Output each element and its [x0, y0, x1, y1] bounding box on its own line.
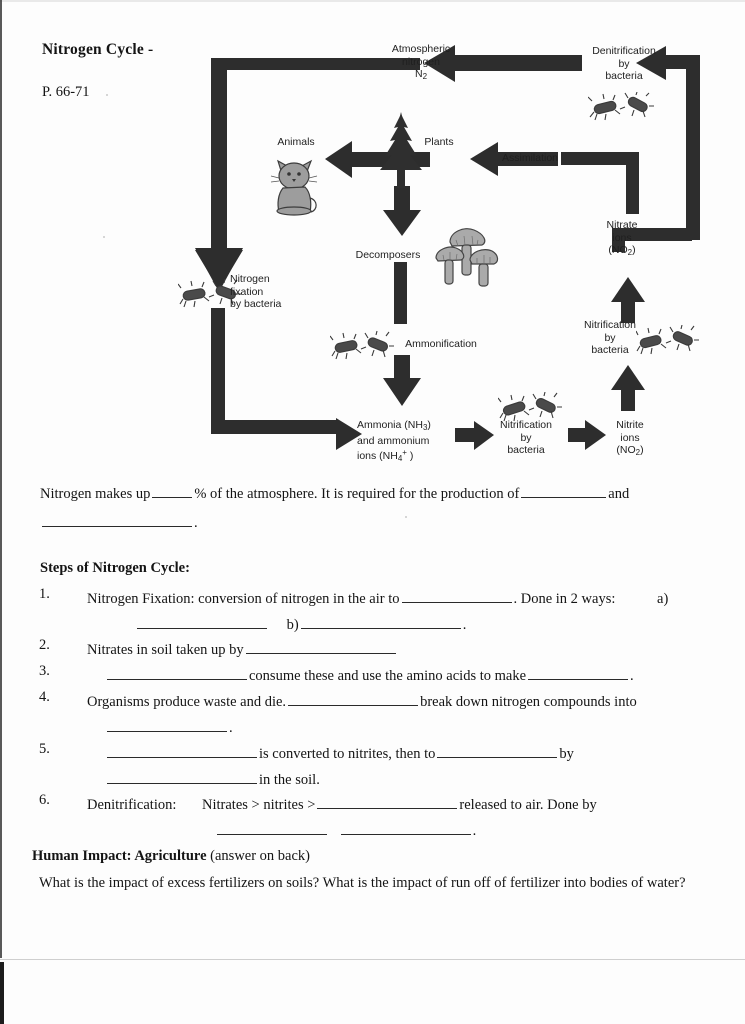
- blank-step6-agent-1[interactable]: [217, 821, 327, 835]
- blank-step2[interactable]: [245, 640, 396, 654]
- label-nitrification-by-bacteria-upper: Nitrification by bacteria: [584, 319, 636, 356]
- label-nitrate-ions: Nitrate ions (NO2): [606, 219, 638, 257]
- label-plants: Plants: [424, 136, 454, 148]
- step4-text-b: break down nitrogen compounds into: [420, 694, 637, 710]
- step-body-1: Nitrogen Fixation: conversion of nitroge…: [87, 586, 702, 638]
- label-denitrification-by-bacteria: Denitrification by bacteria: [592, 45, 656, 82]
- intro-paragraph: Nitrogen makes up % of the atmosphere. It…: [40, 480, 705, 538]
- step1-text-b: . Done in 2 ways:: [513, 591, 616, 607]
- label-assimilation: Assimilation: [501, 152, 559, 164]
- intro-text-a: Nitrogen makes up: [40, 486, 151, 502]
- step-body-3: consume these and use the amino acids to…: [87, 663, 702, 689]
- nitrogen-cycle-diagram: Atmospheric nitrogen N2 Denitrification by b…: [0, 0, 745, 475]
- label-ammonification: Ammonification: [405, 338, 477, 350]
- blank-step1-way-b[interactable]: [300, 615, 461, 629]
- blank-step6-agent-2[interactable]: [340, 821, 471, 835]
- steps-section-heading: Steps of Nitrogen Cycle:: [40, 560, 190, 576]
- blank-production-2[interactable]: [42, 513, 192, 527]
- step5-text-a: is converted to nitrites, then to: [259, 746, 436, 762]
- blank-step4-agent[interactable]: [288, 692, 419, 706]
- step5-text-c: in the soil.: [259, 772, 320, 788]
- bacteria-icon: [330, 330, 394, 360]
- step4-text-c: .: [229, 720, 233, 736]
- conifer-tree-icon: [380, 112, 422, 188]
- blank-step4-product[interactable]: [107, 718, 227, 732]
- step4-text-a: Organisms produce waste and die.: [87, 694, 287, 710]
- step-number-6: 6.: [39, 792, 50, 808]
- blank-step3-consumer[interactable]: [107, 666, 247, 680]
- blank-percent[interactable]: [152, 484, 193, 498]
- intro-text-end: .: [194, 515, 198, 531]
- worksheet-page: Nitrogen Cycle - P. 66-71 Atmospheric ni…: [0, 0, 745, 1024]
- blank-production-1[interactable]: [521, 484, 607, 498]
- step-number-3: 3.: [39, 663, 50, 679]
- human-impact-question: What is the impact of excess fertilizers…: [39, 875, 686, 891]
- blank-step3-product[interactable]: [528, 666, 629, 680]
- blank-step1-product[interactable]: [401, 589, 512, 603]
- step1-text-c: a): [657, 591, 669, 607]
- blank-step5-substance[interactable]: [107, 744, 257, 758]
- mushroom-decomposers-icon: [435, 228, 499, 287]
- scan-bottom-margin: [0, 960, 745, 1024]
- step1-text-a: Nitrogen Fixation: conversion of nitroge…: [87, 591, 400, 607]
- label-atmospheric-nitrogen: Atmospheric nitrogen N2: [391, 43, 451, 81]
- step-body-6: Denitrification: Nitrates > nitrites > re…: [87, 792, 702, 844]
- step-body-4: Organisms produce waste and die. break do…: [87, 689, 702, 741]
- bacteria-icon: [588, 92, 654, 121]
- step6-text-b: Nitrates > nitrites >: [202, 797, 316, 813]
- blank-step5-agent[interactable]: [107, 770, 257, 784]
- step5-text-b: by: [559, 746, 574, 762]
- blank-step5-product[interactable]: [437, 744, 558, 758]
- step2-text-a: Nitrates in soil taken up by: [87, 642, 244, 658]
- label-nitrification-by-bacteria-lower: Nitrification by bacteria: [500, 419, 552, 456]
- label-nitrogen-fixation-by-bacteria: Nitrogen fixation by bacteria: [230, 273, 282, 310]
- scan-left-edge-lower: [0, 962, 4, 1024]
- intro-text-c: and: [608, 486, 630, 502]
- label-nitrite-ions: Nitrite ions (NO2): [616, 419, 644, 457]
- step6-text-c: released to air. Done by: [459, 797, 597, 813]
- step6-text-d: .: [472, 823, 477, 839]
- blank-step1-way-a[interactable]: [137, 615, 267, 629]
- step-number-2: 2.: [39, 637, 50, 653]
- step1-text-e: .: [462, 617, 467, 633]
- label-decomposers: Decomposers: [355, 249, 421, 261]
- human-impact-heading: Human Impact: Agriculture (answer on bac…: [32, 848, 310, 865]
- step-body-5: is converted to nitrites, then to by in t…: [87, 741, 702, 793]
- step6-text-a: Denitrification:: [87, 797, 177, 813]
- label-animals: Animals: [277, 136, 315, 148]
- blank-step6-gas[interactable]: [317, 795, 458, 809]
- human-impact-heading-note: (answer on back): [210, 848, 310, 864]
- animal-cat-icon: [270, 159, 318, 216]
- label-ammonia-and-ammonium-ions: Ammonia (NH3) and ammonium ions (NH4+ ): [357, 419, 431, 463]
- intro-text-b: % of the atmosphere. It is required for …: [194, 486, 520, 502]
- step-number-1: 1.: [39, 586, 50, 602]
- step-number-4: 4.: [39, 689, 50, 705]
- step3-text-a: consume these and use the amino acids to…: [249, 668, 527, 684]
- step-number-5: 5.: [39, 741, 50, 757]
- human-impact-heading-bold: Human Impact: Agriculture: [32, 848, 207, 864]
- step3-text-b: .: [630, 668, 634, 684]
- step-body-2: Nitrates in soil taken up by: [87, 637, 702, 663]
- step1-text-d: b): [286, 617, 299, 633]
